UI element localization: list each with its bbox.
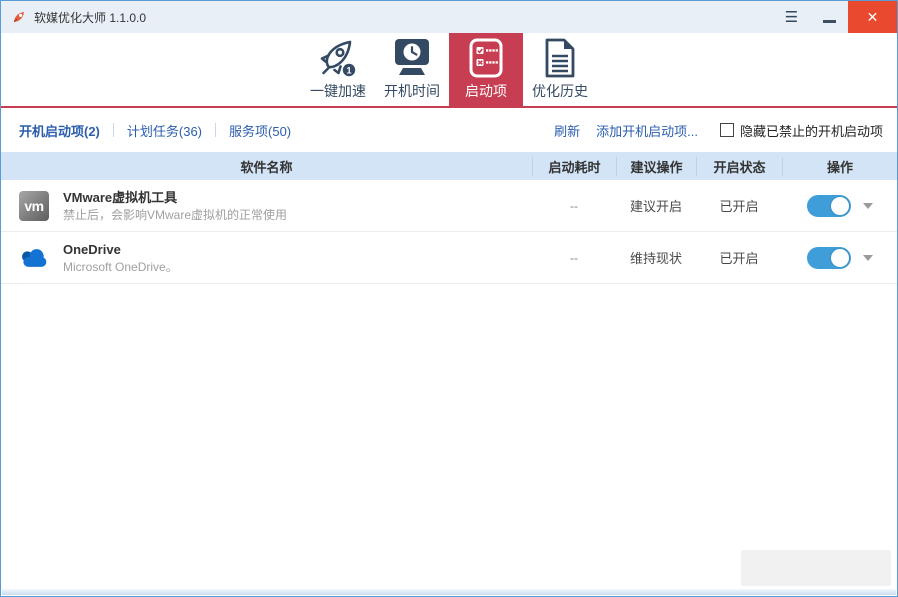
table-header: 软件名称 启动耗时 建议操作 开启状态 操作 <box>1 152 897 180</box>
chevron-down-icon[interactable] <box>863 203 873 209</box>
operation-cell <box>782 247 897 269</box>
boot-time-value: -- <box>532 199 616 213</box>
enable-toggle[interactable] <box>807 247 851 269</box>
window-title: 软媒优化大师 1.1.0.0 <box>34 9 146 26</box>
main-nav: 1 一键加速 开机时间 <box>1 33 897 106</box>
nav-item-startup[interactable]: 启动项 <box>449 33 523 106</box>
history-doc-icon <box>542 33 578 83</box>
startup-items-icon <box>466 33 506 83</box>
suggestion-value: 维持现状 <box>616 248 696 267</box>
table-row: OneDrive Microsoft OneDrive。 -- 维持现状 已开启 <box>1 232 897 284</box>
close-button[interactable]: ✕ <box>848 1 897 33</box>
software-description: Microsoft OneDrive。 <box>63 259 178 275</box>
title-bar: 软媒优化大师 1.1.0.0 ☰ ✕ <box>1 1 897 33</box>
tab-services[interactable]: 服务项(50) <box>229 121 291 140</box>
boot-time-value: -- <box>532 251 616 265</box>
tab-scheduled-tasks[interactable]: 计划任务(36) <box>127 121 202 140</box>
software-title: VMware虚拟机工具 <box>63 189 287 207</box>
header-operation: 操作 <box>782 157 897 176</box>
onedrive-icon <box>19 243 49 273</box>
toggle-knob <box>831 249 849 267</box>
software-name-cell: vm VMware虚拟机工具 禁止后，会影响VMware虚拟机的正常使用 <box>1 189 532 223</box>
header-status: 开启状态 <box>696 157 782 176</box>
enable-toggle[interactable] <box>807 195 851 217</box>
filter-bar: 开机启动项(2) 计划任务(36) 服务项(50) 刷新 添加开机启动项... … <box>1 108 897 152</box>
nav-item-label: 开机时间 <box>384 83 440 99</box>
nav-item-label: 启动项 <box>465 83 507 99</box>
table-row: vm VMware虚拟机工具 禁止后，会影响VMware虚拟机的正常使用 -- … <box>1 180 897 232</box>
content-filler <box>1 284 897 596</box>
chevron-down-icon[interactable] <box>863 255 873 261</box>
status-value: 已开启 <box>696 248 782 267</box>
tab-separator <box>113 123 114 137</box>
boot-time-icon <box>390 33 434 83</box>
hide-disabled-label: 隐藏已禁止的开机启动项 <box>740 121 883 140</box>
filter-bar-actions: 刷新 添加开机启动项... 隐藏已禁止的开机启动项 <box>554 121 883 140</box>
software-description: 禁止后，会影响VMware虚拟机的正常使用 <box>63 207 287 223</box>
suggestion-value: 建议开启 <box>616 196 696 215</box>
nav-item-boost[interactable]: 1 一键加速 <box>301 33 375 106</box>
nav-item-label: 优化历史 <box>532 83 588 99</box>
window-bottom-strip <box>2 589 896 595</box>
watermark <box>741 550 891 586</box>
boost-rocket-icon: 1 <box>315 33 361 83</box>
header-suggestion: 建议操作 <box>616 157 696 176</box>
software-name-cell: OneDrive Microsoft OneDrive。 <box>1 241 532 275</box>
nav-item-boot-time[interactable]: 开机时间 <box>375 33 449 106</box>
nav-item-label: 一键加速 <box>310 83 366 99</box>
status-value: 已开启 <box>696 196 782 215</box>
add-startup-item-link[interactable]: 添加开机启动项... <box>596 121 698 140</box>
tab-separator <box>215 123 216 137</box>
menu-button[interactable]: ☰ <box>772 1 810 33</box>
toggle-knob <box>831 197 849 215</box>
software-title: OneDrive <box>63 241 178 259</box>
operation-cell <box>782 195 897 217</box>
header-boot-time: 启动耗时 <box>532 157 616 176</box>
vmware-icon: vm <box>19 191 49 221</box>
nav-item-history[interactable]: 优化历史 <box>523 33 597 106</box>
app-rocket-icon <box>11 9 27 25</box>
app-window: 软媒优化大师 1.1.0.0 ☰ ✕ 1 <box>0 0 898 597</box>
hide-disabled-checkbox[interactable] <box>720 123 734 137</box>
refresh-link[interactable]: 刷新 <box>554 121 580 140</box>
minimize-button[interactable] <box>810 1 848 33</box>
minimize-icon <box>823 20 836 23</box>
boost-badge: 1 <box>346 66 351 76</box>
tab-startup-items[interactable]: 开机启动项(2) <box>19 121 100 140</box>
header-software-name: 软件名称 <box>1 157 532 176</box>
